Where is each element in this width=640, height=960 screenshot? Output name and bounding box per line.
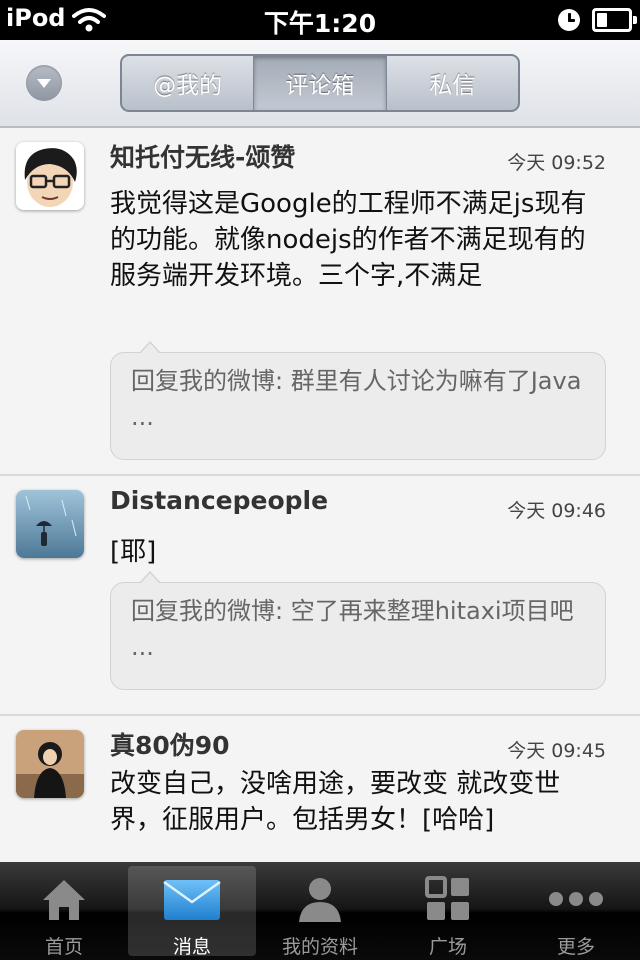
username[interactable]: Distancepeople	[110, 486, 328, 515]
timestamp: 今天 09:45	[507, 740, 606, 762]
avatar[interactable]	[16, 142, 84, 210]
home-icon	[43, 880, 85, 920]
segment-comments[interactable]: 评论箱	[254, 56, 387, 110]
avatar[interactable]	[16, 490, 84, 558]
status-bar: iPod 下午1:20	[0, 0, 640, 40]
tab-profile[interactable]: 我的资料	[256, 862, 384, 960]
quoted-reply[interactable]: 回复我的微博: 空了再来整理hitaxi项目吧 ...	[110, 571, 606, 690]
list-item[interactable]: 知托付无线-颂赞 今天 09:52 我觉得这是Google的工程师不满足js现有…	[0, 128, 640, 476]
tab-messages[interactable]: 消息	[128, 866, 256, 958]
top-nav-bar: @我的 评论箱 私信	[0, 40, 640, 128]
more-dots-icon	[549, 892, 603, 906]
tab-more[interactable]: 更多	[512, 862, 640, 960]
tab-home[interactable]: 首页	[0, 862, 128, 960]
list-item[interactable]: 真80伪90 今天 09:45 改变自己，没啥用途，要改变 就改变世界，征服用户…	[0, 716, 640, 862]
tab-square[interactable]: 广场	[384, 862, 512, 960]
person-icon	[299, 878, 341, 922]
comment-text: 我觉得这是Google的工程师不满足js现有的功能。就像nodejs的作者不满足…	[110, 189, 587, 291]
grid-icon	[425, 876, 469, 920]
tab-label: 我的资料	[281, 936, 358, 958]
timestamp: 今天 09:46	[507, 500, 606, 522]
envelope-icon	[163, 880, 221, 920]
username[interactable]: 知托付无线-颂赞	[110, 138, 295, 174]
status-time: 下午1:20	[263, 9, 377, 38]
tab-label: 广场	[428, 936, 467, 958]
battery-icon	[592, 8, 637, 32]
quoted-reply[interactable]: 回复我的微博: 群里有人讨论为嘛有了Java ...	[110, 341, 606, 460]
timestamp: 今天 09:52	[507, 152, 606, 174]
comment-text: [耶]	[110, 537, 157, 567]
alarm-clock-icon	[558, 9, 580, 31]
tab-bar: 首页 消息 我的资料 广场 更多	[0, 862, 640, 960]
comment-text: 改变自己，没啥用途，要改变 就改变世界，征服用户。包括男女！[哈哈]	[110, 769, 561, 835]
tab-label: 首页	[44, 936, 83, 958]
segment-mentions[interactable]: @我的	[122, 56, 255, 110]
username[interactable]: 真80伪90	[110, 726, 230, 762]
comment-feed: 知托付无线-颂赞 今天 09:52 我觉得这是Google的工程师不满足js现有…	[0, 128, 640, 862]
segmented-control: @我的 评论箱 私信	[120, 54, 520, 112]
tab-label: 更多	[556, 936, 595, 958]
battery-fill	[597, 13, 608, 27]
avatar[interactable]	[16, 730, 84, 798]
segment-private-messages[interactable]: 私信	[387, 56, 518, 110]
list-item[interactable]: Distancepeople 今天 09:46 [耶] 回复我的微博: 空了再来…	[0, 476, 640, 716]
tab-label: 消息	[172, 936, 211, 958]
dropdown-button[interactable]	[26, 65, 62, 101]
